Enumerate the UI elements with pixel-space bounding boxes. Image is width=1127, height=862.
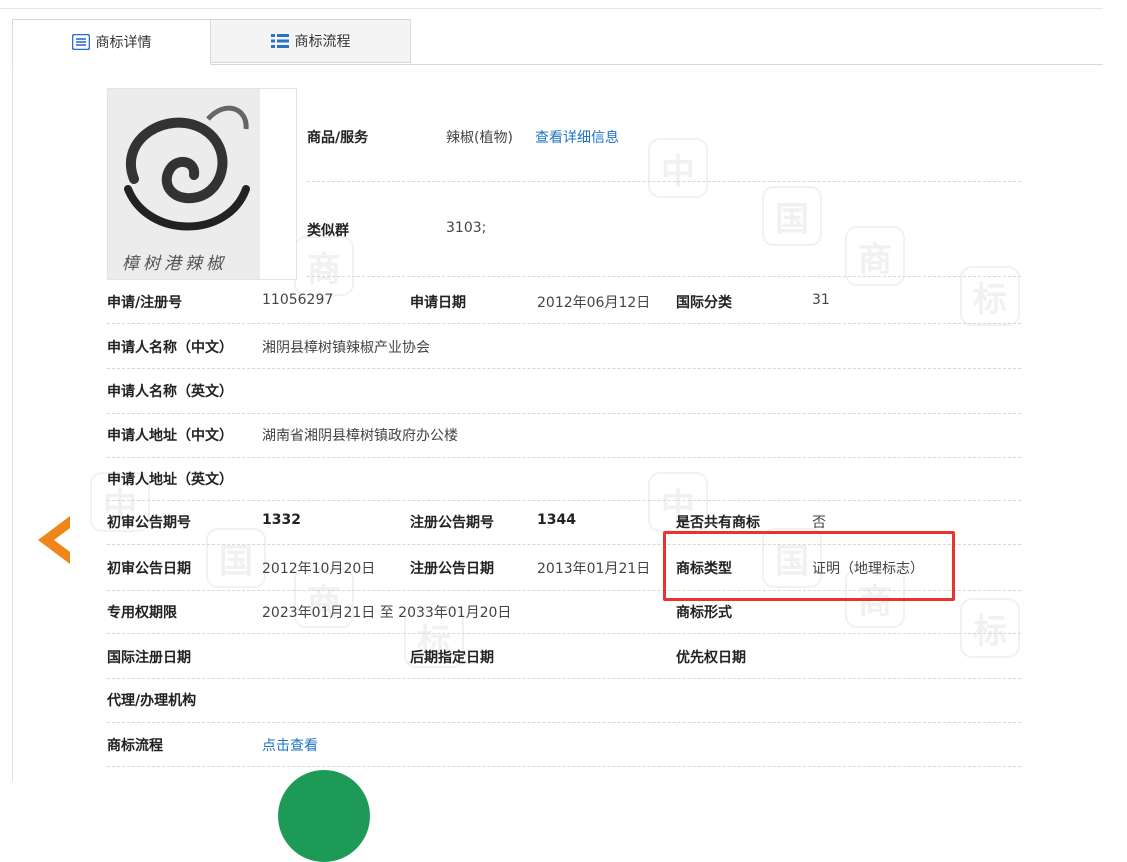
row-divider <box>307 276 1021 277</box>
goods-value: 辣椒(植物) <box>446 130 513 146</box>
row-divider <box>107 678 1021 679</box>
watermark: 标 <box>960 266 1020 326</box>
trademark-image: 樟树港辣椒 <box>107 88 297 280</box>
intl-class-value: 31 <box>812 292 830 308</box>
top-divider <box>0 8 1103 9</box>
address-en-label: 申请人地址（英文） <box>107 472 233 488</box>
reg-pub-no-value: 1344 <box>537 512 576 528</box>
later-date-label: 后期指定日期 <box>410 650 494 666</box>
intl-class-label: 国际分类 <box>676 295 732 311</box>
tab-bar: 商标详情 商标流程 <box>12 18 1103 65</box>
green-circle-decoration <box>278 770 370 862</box>
watermark: 商 <box>294 236 354 296</box>
trademark-swirl-graphic <box>124 105 250 231</box>
tab-label: 商标流程 <box>294 34 351 50</box>
exclusive-value: 2023年01月21日 至 2033年01月20日 <box>262 605 512 621</box>
row-divider <box>107 413 1021 414</box>
app-date-value: 2012年06月12日 <box>537 295 651 311</box>
trademark-image-text: 樟树港辣椒 <box>122 254 227 274</box>
row-divider <box>307 181 1021 182</box>
watermark: 国 <box>762 186 822 246</box>
reg-pub-date-label: 注册公告日期 <box>410 561 494 577</box>
tab-trademark-process[interactable]: 商标流程 <box>211 19 411 63</box>
reg-pub-date-value: 2013年01月21日 <box>537 561 651 577</box>
reg-no-value: 11056297 <box>262 292 334 308</box>
watermark: 国 <box>206 528 266 588</box>
reg-no-label: 申请/注册号 <box>107 295 183 311</box>
watermark: 商 <box>845 226 905 286</box>
tm-form-label: 商标形式 <box>676 605 732 621</box>
row-divider <box>107 633 1021 634</box>
tab-trademark-details[interactable]: 商标详情 <box>12 19 211 65</box>
similar-group-value: 3103; <box>446 220 487 236</box>
row-divider <box>107 323 1021 324</box>
exclusive-label: 专用权期限 <box>107 605 177 621</box>
row-divider <box>107 457 1021 458</box>
row-divider <box>107 766 1021 767</box>
address-cn-value: 湖南省湘阴县樟树镇政府办公楼 <box>262 428 458 444</box>
tab-label: 商标详情 <box>95 35 152 51</box>
trademark-type-highlight <box>663 531 955 601</box>
process-label: 商标流程 <box>107 738 163 754</box>
app-date-label: 申请日期 <box>410 295 466 311</box>
process-view-link[interactable]: 点击查看 <box>262 735 318 755</box>
shared-value: 否 <box>812 515 826 531</box>
watermark: 标 <box>960 598 1020 658</box>
intl-reg-date-label: 国际注册日期 <box>107 650 191 666</box>
applicant-cn-value: 湘阴县樟树镇辣椒产业协会 <box>262 340 430 356</box>
flow-icon <box>270 34 289 48</box>
row-divider <box>107 722 1021 723</box>
prelim-no-value: 1332 <box>262 512 301 528</box>
row-divider <box>107 500 1021 501</box>
chevron-left-icon[interactable] <box>34 514 74 566</box>
prelim-no-label: 初审公告期号 <box>107 515 191 531</box>
shared-label: 是否共有商标 <box>676 515 760 531</box>
reg-pub-no-label: 注册公告期号 <box>410 515 494 531</box>
similar-group-label: 类似群 <box>307 223 349 239</box>
list-icon <box>71 34 90 50</box>
applicant-en-label: 申请人名称（英文） <box>107 384 233 400</box>
watermark: 中 <box>648 138 708 198</box>
priority-date-label: 优先权日期 <box>676 650 746 666</box>
applicant-cn-label: 申请人名称（中文） <box>107 340 233 356</box>
prelim-date-label: 初审公告日期 <box>107 561 191 577</box>
goods-detail-link[interactable]: 查看详细信息 <box>535 127 619 147</box>
row-divider <box>107 368 1021 369</box>
prelim-date-value: 2012年10月20日 <box>262 561 376 577</box>
address-cn-label: 申请人地址（中文） <box>107 428 233 444</box>
goods-label: 商品/服务 <box>307 130 369 146</box>
agent-label: 代理/办理机构 <box>107 693 197 709</box>
